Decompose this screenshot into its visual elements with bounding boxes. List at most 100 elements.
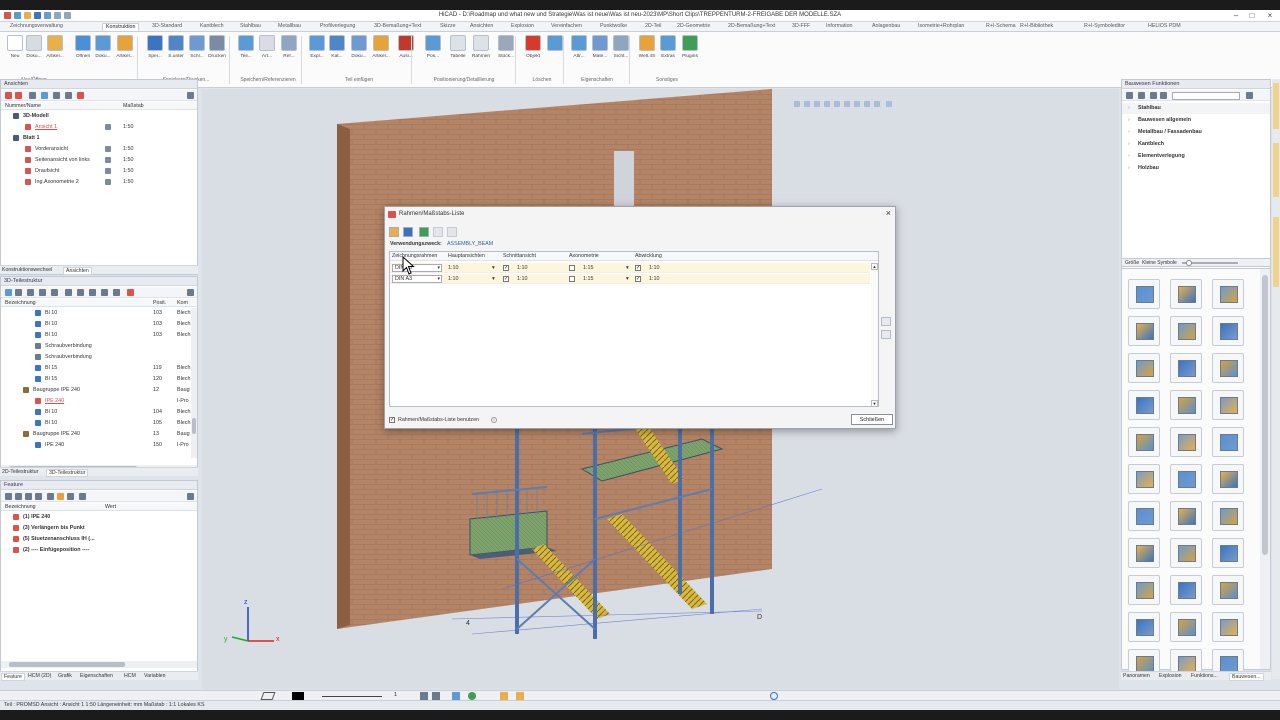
scale-table-row[interactable]: DIN A3▾1:10▾✓1:101:15▾✓1:10 [390, 274, 870, 284]
ansichten-row[interactable]: Ansicht 1 1:50 [1, 122, 197, 133]
ribbon-button[interactable]: Pos... [422, 35, 444, 75]
collapse-icon[interactable] [51, 289, 58, 296]
collapse-icon[interactable] [65, 92, 72, 99]
size-slider[interactable] [1182, 260, 1238, 266]
table-row[interactable]: Bl 15 120 Blech [1, 374, 191, 385]
steel-function-button[interactable] [1212, 612, 1244, 642]
dev-scale-value[interactable]: 1:10 [649, 276, 660, 282]
settings-gear-icon[interactable] [187, 289, 194, 296]
table-row[interactable]: Bl 10 104 Blech [1, 407, 191, 418]
ribbon-button[interactable]: Ref... [278, 35, 300, 75]
ribbon-tab[interactable]: R+I-Bibliothek [1020, 23, 1053, 31]
axo-scale-value[interactable]: 1:15 [583, 265, 594, 271]
ribbon-button[interactable]: Doku... [348, 35, 370, 75]
steel-function-button[interactable] [1128, 353, 1160, 383]
ribbon-tab[interactable]: R+I-Schema [986, 23, 1016, 31]
table-row[interactable]: Bl 10 105 Blech [1, 418, 191, 429]
feature-row[interactable]: (1) IPE 240 [1, 512, 197, 523]
frame-select[interactable]: DIN A3▾ [392, 264, 442, 272]
ribbon-tab[interactable]: 2D-Geometrie [677, 23, 710, 31]
scroll-down-icon[interactable]: ▼ [871, 400, 878, 407]
ribbon-tab[interactable]: Vereinfachen [551, 23, 582, 31]
ribbon-button[interactable]: Artikel... [44, 35, 66, 75]
table-row[interactable]: Bl 15 119 Blech [1, 363, 191, 374]
tree-icon[interactable] [1150, 92, 1157, 99]
tool-icon[interactable] [468, 692, 476, 700]
steel-function-button[interactable] [1212, 353, 1244, 383]
tab-panoramen[interactable]: Panoramen [1123, 673, 1150, 679]
scale-table-row[interactable]: DIN A3▾1:10▾✓1:101:15▾✓1:10 [390, 263, 870, 273]
ansichten-row[interactable]: 3D-Modell [1, 111, 197, 122]
feature-icon[interactable] [67, 493, 74, 500]
section-scale-value[interactable]: 1:10 [517, 276, 528, 282]
expand-icon[interactable] [1126, 92, 1133, 99]
chevron-down-icon[interactable]: ▾ [626, 276, 629, 282]
ribbon-tab[interactable]: Skizze [440, 23, 456, 31]
vertical-scrollbar[interactable]: ▲ ▼ [871, 263, 878, 407]
ansichten-row[interactable]: Blatt 1 [1, 133, 197, 144]
function-category[interactable]: › Holzbau [1122, 163, 1270, 174]
steel-function-button[interactable] [1170, 316, 1202, 346]
steel-function-button[interactable] [1128, 390, 1160, 420]
page-number[interactable]: 1 [394, 692, 397, 698]
ribbon-tab[interactable]: Metallbau [278, 23, 301, 31]
frame-select[interactable]: DIN A3▾ [392, 275, 442, 283]
axo-checkbox[interactable] [569, 265, 575, 271]
tab-grafik[interactable]: Grafik [58, 673, 72, 679]
feature-icon[interactable] [79, 493, 86, 500]
tab-2d-teilestruktur[interactable]: 2D-Teilestruktur [2, 469, 38, 475]
minimize-button[interactable]: – [1228, 11, 1244, 21]
scroll-up-icon[interactable]: ▲ [871, 263, 878, 270]
table-row[interactable]: Bl 10 103 Blech [1, 308, 191, 319]
steel-function-button[interactable] [1170, 390, 1202, 420]
ribbon-button[interactable]: Tabelle [447, 35, 469, 75]
steel-function-button[interactable] [1128, 427, 1160, 457]
tree-icon[interactable] [101, 289, 108, 296]
feature-row[interactable]: (2) ---- Einfügeposition ---- [1, 545, 197, 556]
ribbon-tab[interactable]: 3D-Standard [152, 23, 182, 31]
tab-3d-teilestruktur[interactable]: 3D-Teilestruktur [46, 469, 89, 477]
layer-icon[interactable] [260, 692, 276, 700]
tab-hcm[interactable]: HCM [124, 673, 136, 679]
refresh-icon[interactable] [770, 692, 778, 700]
ribbon-button[interactable]: Objekt [522, 35, 544, 75]
dev-checkbox[interactable]: ✓ [635, 265, 641, 271]
ribbon-tab[interactable]: Konstruktion [102, 23, 140, 31]
table-row[interactable]: Bl 10 103 Blech [1, 330, 191, 341]
tree-icon[interactable] [1160, 92, 1167, 99]
tree-icon[interactable] [113, 289, 120, 296]
axo-checkbox[interactable] [569, 276, 575, 282]
section-scale-value[interactable]: 1:10 [517, 265, 528, 271]
ribbon-tab[interactable]: Stahlbau [240, 23, 261, 31]
expand-icon[interactable] [39, 289, 46, 296]
feature-icon[interactable] [35, 493, 42, 500]
steel-function-button[interactable] [1170, 464, 1202, 494]
steel-function-button[interactable] [1128, 538, 1160, 568]
horizontal-scrollbar[interactable] [1, 661, 197, 668]
main-scale-value[interactable]: 1:10 [448, 265, 459, 271]
steel-function-button[interactable] [1212, 464, 1244, 494]
vertical-scrollbar[interactable] [191, 308, 197, 458]
table-row[interactable]: Schraubverbindung [1, 341, 191, 352]
steel-function-button[interactable] [1170, 353, 1202, 383]
side-tab-konstruktion[interactable] [1273, 83, 1279, 129]
view-icon[interactable] [29, 92, 36, 99]
ribbon-tab[interactable]: Profilverlegung [320, 23, 355, 31]
function-category[interactable]: › Elementverlegung [1122, 151, 1270, 162]
settings-gear-icon[interactable] [187, 493, 194, 500]
move-down-button[interactable] [881, 330, 891, 339]
ansichten-row[interactable]: Draufsicht 1:50 [1, 166, 197, 177]
steel-function-button[interactable] [1212, 279, 1244, 309]
table-row[interactable]: IPE 240 150 I-Pro [1, 440, 191, 451]
steel-function-button[interactable] [1128, 464, 1160, 494]
ribbon-tab[interactable]: Punktwolke [600, 23, 627, 31]
table-row[interactable]: Schraubverbindung [1, 352, 191, 363]
ribbon-tab[interactable]: Zeichnungsverwaltung [10, 23, 63, 31]
ribbon-tab[interactable]: 3D-FFF [792, 23, 810, 31]
function-category[interactable]: › Stahlbau [1122, 103, 1270, 114]
tab-hcm-2d[interactable]: HCM (2D) [28, 673, 51, 679]
steel-function-button[interactable] [1128, 279, 1160, 309]
tab-variablen[interactable]: Variablen [144, 673, 166, 679]
feature-icon[interactable] [25, 493, 32, 500]
steel-function-button[interactable] [1170, 279, 1202, 309]
